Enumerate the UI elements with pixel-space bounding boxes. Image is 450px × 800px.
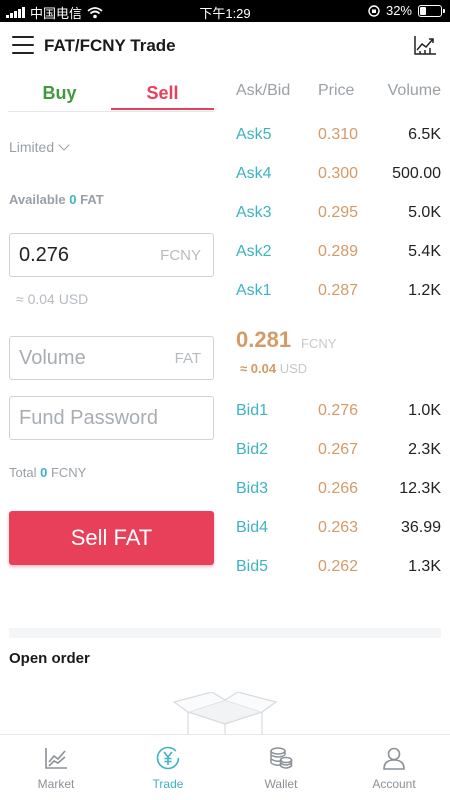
ask-volume: 5.0K: [408, 204, 441, 221]
chevron-down-icon: [58, 139, 70, 151]
bid-price: 0.276: [318, 402, 359, 419]
sell-fat-button[interactable]: Sell FAT: [9, 511, 214, 565]
market-chart-icon: [45, 748, 67, 769]
ask-row[interactable]: Ask4 0.300 500.00: [225, 165, 450, 189]
bid-label: Bid3: [236, 480, 269, 497]
ask-volume: 500.00: [392, 165, 441, 182]
ask-label: Ask1: [236, 282, 272, 299]
hamburger-menu-icon[interactable]: [12, 36, 34, 54]
section-divider: [9, 628, 441, 638]
tab-trade[interactable]: Trade: [112, 735, 224, 800]
available-amount: 0: [69, 192, 77, 207]
ask-label: Ask2: [236, 243, 272, 260]
bid-row[interactable]: Bid2 0.267 2.3K: [225, 441, 450, 465]
total-unit: FCNY: [50, 465, 87, 480]
last-usd-unit: USD: [279, 361, 308, 376]
yuan-coin-icon: [156, 746, 180, 770]
last-price-unit: FCNY: [301, 336, 337, 351]
ask-price: 0.295: [318, 204, 359, 221]
orientation-lock-icon: [368, 4, 380, 17]
ask-row[interactable]: Ask3 0.295 5.0K: [225, 204, 450, 228]
ask-label: Ask4: [236, 165, 272, 182]
order-book-header: Ask/Bid Price Volume: [225, 82, 450, 104]
tab-trade-label: Trade: [152, 777, 184, 791]
page-title: FAT/FCNY Trade: [44, 36, 176, 55]
order-total: Total 0 FCNY: [9, 465, 86, 480]
bid-price: 0.262: [318, 558, 359, 575]
ask-price: 0.310: [318, 126, 359, 143]
last-price-usd: ≈ 0.04 USD: [240, 361, 307, 376]
tabs-divider: [8, 111, 214, 112]
tab-sell[interactable]: Sell: [111, 78, 214, 110]
fund-password-input[interactable]: [19, 405, 204, 431]
available-unit: FAT: [80, 192, 104, 207]
bid-price: 0.263: [318, 519, 359, 536]
tab-wallet[interactable]: Wallet: [225, 735, 337, 800]
bid-label: Bid2: [236, 441, 269, 458]
tab-buy[interactable]: Buy: [8, 78, 111, 110]
bid-row[interactable]: Bid4 0.263 36.99: [225, 519, 450, 543]
ask-price: 0.300: [318, 165, 359, 182]
bid-label: Bid4: [236, 519, 269, 536]
order-type-label: Limited: [9, 139, 55, 155]
empty-box-icon: [172, 692, 278, 736]
tab-wallet-label: Wallet: [264, 777, 298, 791]
tab-account-label: Account: [372, 777, 416, 791]
tab-account[interactable]: Account: [338, 735, 450, 800]
price-usd-estimate: ≈ 0.04 USD: [16, 291, 89, 307]
ask-volume: 6.5K: [408, 126, 441, 143]
bid-row[interactable]: Bid3 0.266 12.3K: [225, 480, 450, 504]
bid-row[interactable]: Bid5 0.262 1.3K: [225, 558, 450, 582]
total-amount: 0: [40, 465, 48, 480]
header-price: Price: [318, 82, 355, 99]
header-volume: Volume: [387, 82, 441, 99]
bid-volume: 2.3K: [408, 441, 441, 458]
status-right: 32%: [368, 3, 445, 18]
bid-row[interactable]: Bid1 0.276 1.0K: [225, 402, 450, 426]
volume-unit: FAT: [174, 350, 201, 367]
battery-icon: [418, 4, 445, 17]
bid-price: 0.266: [318, 480, 359, 497]
price-field[interactable]: FCNY: [9, 233, 214, 277]
price-input[interactable]: [19, 242, 149, 268]
last-price: 0.281: [236, 327, 292, 352]
ask-price: 0.289: [318, 243, 359, 260]
total-label: Total: [9, 465, 37, 480]
last-usd-value: ≈ 0.04: [240, 361, 277, 376]
buy-sell-tabs: Buy Sell: [8, 78, 214, 112]
bid-volume: 12.3K: [399, 480, 441, 497]
bid-label: Bid1: [236, 402, 269, 419]
coins-stack-icon: [270, 747, 293, 769]
ask-volume: 5.4K: [408, 243, 441, 260]
ask-row[interactable]: Ask5 0.310 6.5K: [225, 126, 450, 150]
volume-field[interactable]: FAT: [9, 336, 214, 380]
ask-label: Ask5: [236, 126, 272, 143]
bid-volume: 36.99: [400, 519, 441, 536]
battery-percent: 32%: [385, 3, 412, 18]
ask-volume: 1.2K: [408, 282, 441, 299]
price-unit: FCNY: [160, 247, 201, 264]
bid-volume: 1.0K: [408, 402, 441, 419]
header-ask-bid: Ask/Bid: [236, 82, 291, 99]
line-chart-icon[interactable]: [412, 32, 438, 58]
ask-row[interactable]: Ask2 0.289 5.4K: [225, 243, 450, 267]
available-label: Available: [9, 192, 66, 207]
bid-volume: 1.3K: [408, 558, 441, 575]
ask-row[interactable]: Ask1 0.287 1.2K: [225, 282, 450, 306]
ask-label: Ask3: [236, 204, 272, 221]
header: FAT/FCNY Trade: [0, 22, 450, 70]
status-bar: 中国电信 下午1:29 32%: [0, 0, 450, 22]
bottom-tab-bar: Market Trade Wallet Account: [0, 734, 450, 800]
available-balance: Available 0 FAT: [9, 192, 104, 207]
fund-password-field[interactable]: [9, 396, 214, 440]
bid-label: Bid5: [236, 558, 269, 575]
volume-input[interactable]: [19, 345, 149, 371]
tab-market[interactable]: Market: [0, 735, 112, 800]
tab-market-label: Market: [37, 777, 75, 791]
order-type-select[interactable]: Limited: [9, 139, 70, 155]
bid-price: 0.267: [318, 441, 359, 458]
ask-price: 0.287: [318, 282, 359, 299]
person-icon: [383, 747, 405, 770]
open-order-title: Open order: [9, 650, 90, 667]
